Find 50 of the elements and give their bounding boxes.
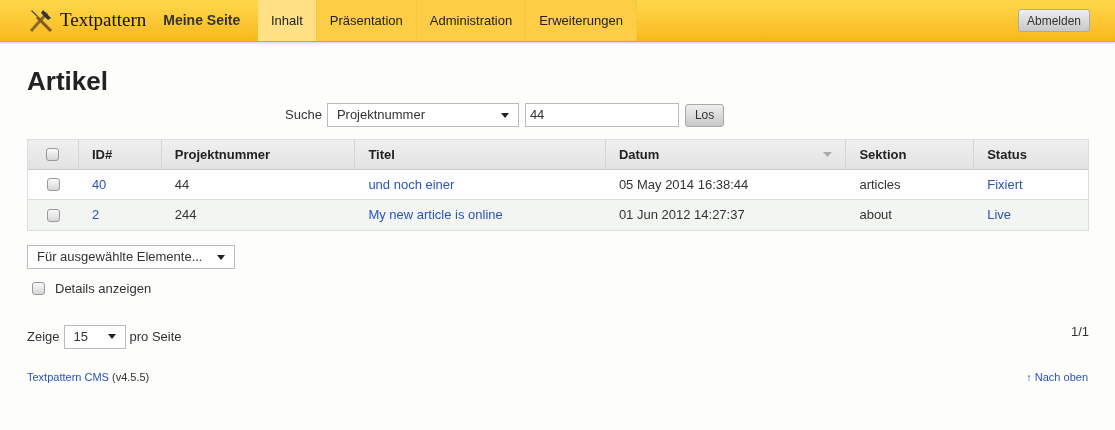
select-value: 15 <box>73 327 88 346</box>
paging-label: Zeige <box>27 327 60 346</box>
caret-icon <box>500 112 509 118</box>
checkbox[interactable] <box>32 282 45 296</box>
page-size-select[interactable]: 15 <box>63 324 126 349</box>
caret-icon <box>217 254 225 260</box>
caret-icon <box>107 334 116 339</box>
search-label: Suche <box>285 106 322 125</box>
column-header[interactable]: Status <box>987 144 1027 165</box>
page-title: Artikel <box>27 66 109 96</box>
back-to-top-link[interactable]: ↑ Nach oben <box>1026 368 1088 385</box>
nav-tab[interactable]: Erweiterungen <box>526 0 637 41</box>
search-button[interactable]: Los <box>684 103 725 127</box>
checkbox[interactable] <box>46 148 60 161</box>
table-link[interactable]: Live <box>987 207 1012 223</box>
nav-tab[interactable]: Präsentation <box>316 0 417 41</box>
column-header[interactable]: Sektion <box>859 144 907 165</box>
search-field-select[interactable]: Projektnummer <box>326 103 519 127</box>
table-cell: 244 <box>174 207 197 223</box>
column-header[interactable]: Datum <box>618 144 660 165</box>
details-label[interactable]: Details anzeigen <box>55 279 152 299</box>
nav-tab[interactable]: Administration <box>416 0 527 41</box>
column-header[interactable]: Titel <box>368 144 395 165</box>
select-value: Projektnummer <box>336 106 425 125</box>
column-header[interactable]: ID# <box>91 144 113 165</box>
table-cell: about <box>859 207 892 223</box>
table-cell: 44 <box>174 176 190 192</box>
table-link[interactable]: 40 <box>91 176 107 192</box>
paging-label: pro Seite <box>129 327 182 346</box>
table-link[interactable]: My new article is online <box>368 207 503 223</box>
nav-tab[interactable]: Inhalt <box>258 0 317 41</box>
column-header[interactable]: Projektnummer <box>174 144 271 165</box>
checkbox[interactable] <box>46 178 60 191</box>
page-count: 1/1 <box>1070 322 1089 341</box>
checkbox[interactable] <box>46 208 60 222</box>
footer-credit: Textpattern CMS (v4.5.5) <box>27 369 150 385</box>
table-cell: 01 Jun 2012 14:27:37 <box>618 207 745 223</box>
table-cell: articles <box>859 176 901 192</box>
search-input[interactable]: 44 <box>524 103 679 127</box>
logout-button[interactable]: Abmelden <box>1017 9 1090 32</box>
footer-link[interactable]: Textpattern CMS <box>27 370 109 383</box>
bulk-action-select[interactable]: Für ausgewählte Elemente... <box>27 245 235 269</box>
site-name: Meine Seite <box>163 11 241 30</box>
table-cell: 05 May 2014 16:38:44 <box>618 176 749 192</box>
table-link[interactable]: und noch einer <box>368 176 455 192</box>
brand-name: Textpattern <box>60 8 147 33</box>
select-value: Für ausgewählte Elemente... <box>37 248 203 267</box>
sort-icon[interactable] <box>823 152 833 157</box>
table-link[interactable]: 2 <box>91 207 100 223</box>
table-link[interactable]: Fixiert <box>987 176 1023 192</box>
